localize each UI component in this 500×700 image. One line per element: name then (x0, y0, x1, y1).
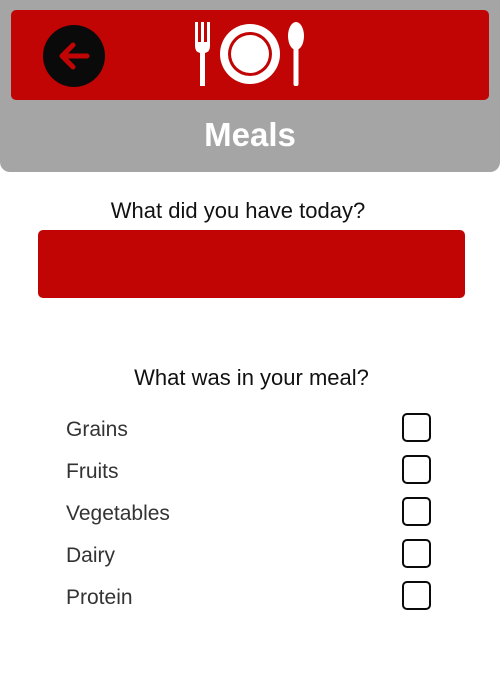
food-label: Grains (66, 418, 128, 441)
protein-checkbox[interactable] (402, 581, 431, 610)
food-item-fruits: Fruits (0, 451, 500, 493)
ingredients-question: What was in your meal? (134, 365, 369, 390)
fruits-checkbox[interactable] (402, 455, 431, 484)
food-label: Vegetables (66, 502, 170, 525)
food-item-grains: Grains (0, 409, 500, 451)
meal-input[interactable] (38, 230, 465, 298)
food-item-dairy: Dairy (0, 535, 500, 577)
food-label: Dairy (66, 544, 116, 567)
fork-icon (195, 22, 210, 86)
dairy-checkbox[interactable] (402, 539, 431, 568)
vegetables-checkbox[interactable] (402, 497, 431, 526)
food-label: Protein (66, 586, 133, 609)
grains-checkbox[interactable] (402, 413, 431, 442)
food-item-vegetables: Vegetables (0, 493, 500, 535)
spoon-icon (288, 22, 304, 86)
meal-question: What did you have today? (110, 198, 366, 223)
fork-plate-spoon-icon (195, 22, 304, 86)
page-title: Meals (204, 116, 296, 153)
back-button[interactable] (43, 25, 105, 87)
arrow-left-icon (59, 42, 90, 70)
header: Meals (0, 0, 500, 172)
food-item-protein: Protein (0, 577, 500, 619)
plate-icon (220, 24, 280, 84)
food-label: Fruits (66, 460, 119, 483)
